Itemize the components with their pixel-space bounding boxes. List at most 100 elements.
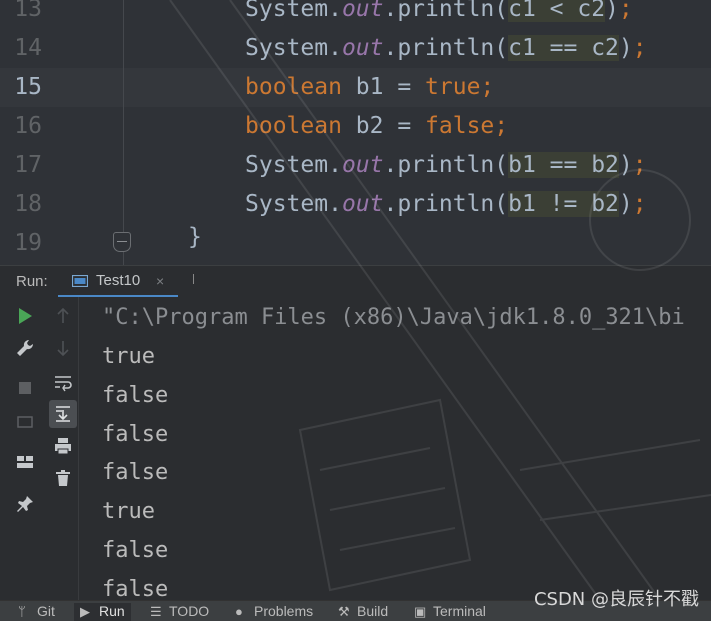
code-token: ; <box>632 152 647 178</box>
code-token: out <box>341 152 384 178</box>
code-token: ) <box>605 0 619 22</box>
code-token: ; <box>632 191 647 217</box>
todo-list-icon: ☰ <box>150 604 162 619</box>
run-tab-test10[interactable]: Test10 × <box>58 266 178 298</box>
code-line: 19 <box>0 224 711 263</box>
code-token: .println( <box>383 152 509 178</box>
code-line: 15 boolean b1 = true; <box>0 68 711 107</box>
code-token: System. <box>245 191 342 217</box>
fold-icon[interactable] <box>113 232 131 252</box>
rerun-icon[interactable] <box>14 305 36 327</box>
terminal-label: Terminal <box>433 603 486 619</box>
run-toolbar-secondary <box>48 297 79 600</box>
terminal-icon: ▣ <box>414 604 427 619</box>
soft-wrap-icon[interactable] <box>52 371 74 393</box>
code-line: 13 System.out.println(c1 < c2); <box>0 0 711 29</box>
code-token: ) <box>618 152 633 178</box>
console-output-line: false <box>102 576 169 600</box>
run-toolwindow-header: Run: Test10 × <box>0 265 711 298</box>
scroll-to-end-icon <box>56 406 70 422</box>
code-token: .println( <box>383 0 509 22</box>
code-token: ; <box>618 0 633 22</box>
code-text: System.out.println(c1 == c2); <box>245 29 647 68</box>
code-token: ; <box>632 35 647 61</box>
code-token: c1 == c2 <box>508 35 619 61</box>
build-label: Build <box>357 603 389 619</box>
code-line: 17 System.out.println(b1 == b2); <box>0 146 711 185</box>
console-command-line: "C:\Program Files (x86)\Java\jdk1.8.0_32… <box>102 305 685 330</box>
code-text: boolean b2 = false; <box>245 107 508 146</box>
run-config-icon <box>72 275 88 287</box>
problems-tool-button[interactable]: ● Problems <box>235 603 313 621</box>
code-editor[interactable]: 13 System.out.println(c1 < c2); 14 System.o… <box>0 0 711 265</box>
git-label: Git <box>37 603 55 619</box>
code-token: out <box>341 35 384 61</box>
print-icon[interactable] <box>52 435 74 457</box>
trash-icon[interactable] <box>52 467 74 489</box>
close-icon[interactable]: × <box>156 273 164 289</box>
line-number: 15 <box>14 74 42 100</box>
down-arrow-icon[interactable] <box>52 337 74 359</box>
todo-tool-button[interactable]: ☰ TODO <box>150 603 209 621</box>
pin-icon[interactable] <box>14 493 36 515</box>
console-output-line: false <box>102 421 169 447</box>
console-output-line: true <box>102 499 155 525</box>
todo-label: TODO <box>169 603 210 619</box>
problems-icon: ● <box>235 604 243 619</box>
line-number: 13 <box>14 0 42 22</box>
console-output-line: false <box>102 538 169 563</box>
code-text: System.out.println(c1 < c2); <box>245 0 633 29</box>
up-arrow-icon[interactable] <box>52 305 74 327</box>
console-output-line: true <box>102 344 155 369</box>
code-line: 18 System.out.println(b1 != b2); <box>0 185 711 224</box>
line-number: 17 <box>14 152 42 178</box>
code-token: boolean <box>245 113 356 139</box>
code-text: boolean b1 = true; <box>245 68 494 107</box>
code-token: System. <box>245 152 342 178</box>
code-token: b2 = <box>355 113 426 139</box>
csdn-watermark: CSDN @良辰针不戳 <box>533 589 699 610</box>
problems-label: Problems <box>254 603 314 619</box>
line-number: 19 <box>14 230 42 256</box>
scroll-to-end-toggle[interactable] <box>49 400 77 428</box>
code-token: true; <box>425 74 495 100</box>
line-number: 18 <box>14 191 42 217</box>
code-token: boolean <box>245 74 356 100</box>
stop-icon[interactable] <box>14 377 36 399</box>
console-output-line: false <box>102 382 169 408</box>
code-token: c1 < c2 <box>508 0 606 22</box>
wrench-icon[interactable] <box>14 337 36 359</box>
run-tab-label: Test10 <box>96 272 141 289</box>
layout-icon[interactable] <box>14 451 36 473</box>
code-token: System. <box>245 35 342 61</box>
code-token: ) <box>618 191 633 217</box>
code-line: 16 boolean b2 = false; <box>0 107 711 146</box>
terminal-tool-button[interactable]: ▣ Terminal <box>414 603 486 621</box>
console-output[interactable]: "C:\Program Files (x86)\Java\jdk1.8.0_32… <box>79 297 711 600</box>
run-toolbar-primary <box>0 297 48 600</box>
line-number: 14 <box>14 35 42 61</box>
code-token: b1 = <box>355 74 426 100</box>
line-number: 16 <box>14 113 42 139</box>
code-token: out <box>341 191 384 217</box>
git-branch-icon: ᛘ <box>18 604 26 619</box>
run-tool-button[interactable]: ▶ Run <box>74 603 131 621</box>
code-token: b1 != b2 <box>508 191 619 217</box>
code-token: System. <box>245 0 342 22</box>
run-icon: ▶ <box>80 604 90 619</box>
code-token: out <box>341 0 384 22</box>
run-label: Run: <box>16 273 48 290</box>
hammer-icon: ⚒ <box>338 604 350 619</box>
restore-layout-icon[interactable] <box>14 411 36 433</box>
code-text: System.out.println(b1 == b2); <box>245 146 647 185</box>
git-tool-button[interactable]: ᛘ Git <box>18 603 55 621</box>
build-tool-button[interactable]: ⚒ Build <box>338 603 388 621</box>
console-output-line: false <box>102 460 169 486</box>
closing-brace: } <box>188 224 202 250</box>
code-line: 14 System.out.println(c1 == c2); <box>0 29 711 68</box>
code-token: .println( <box>383 35 509 61</box>
code-token: .println( <box>383 191 509 217</box>
run-label-bottom: Run <box>99 603 125 619</box>
code-token: ) <box>618 35 633 61</box>
code-token: false; <box>425 113 509 139</box>
